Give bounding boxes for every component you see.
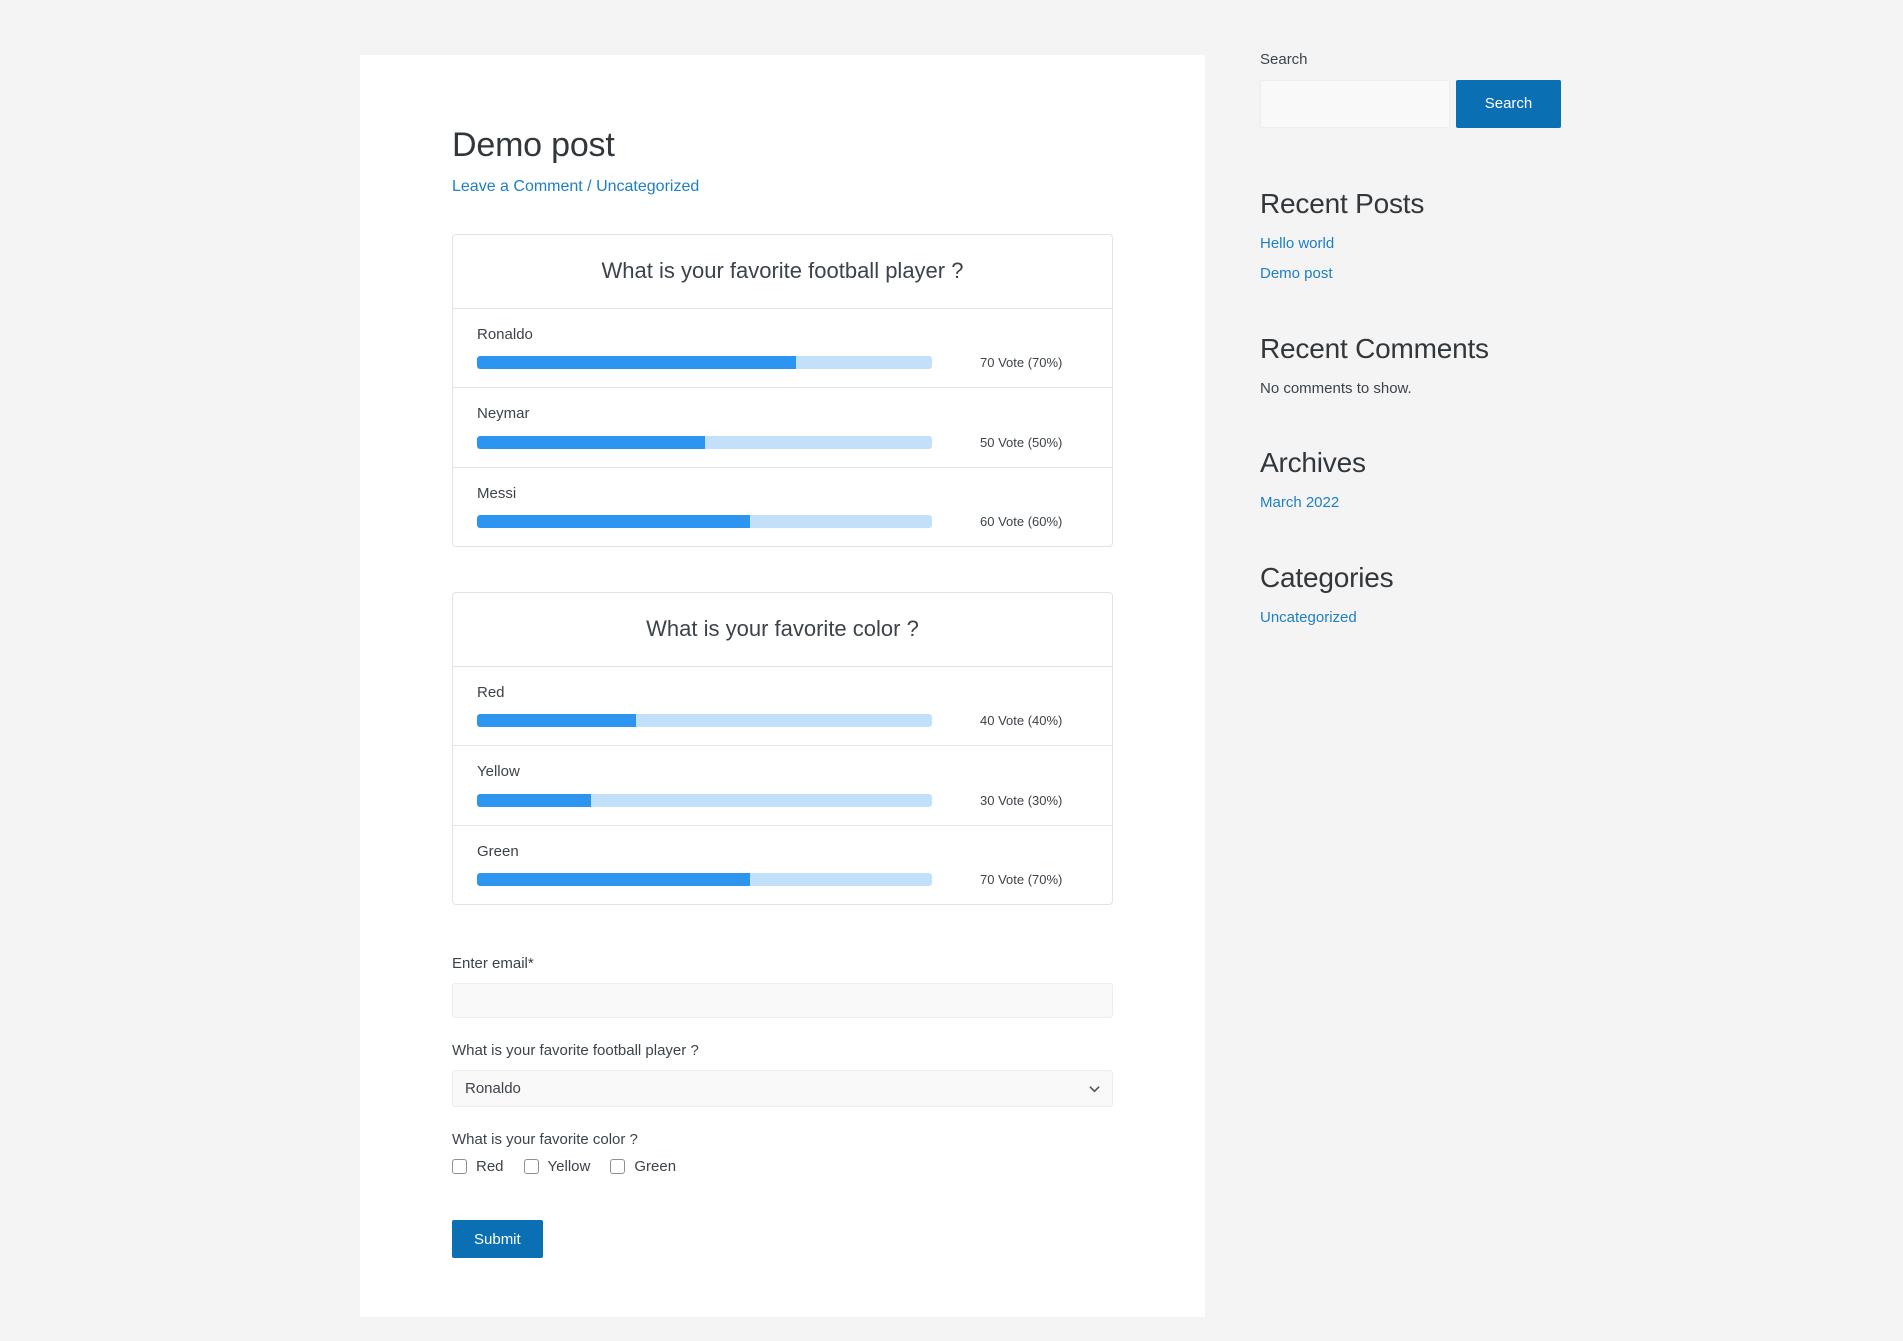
checkbox-red[interactable]: Red (452, 1158, 504, 1176)
list-item: March 2022 (1260, 494, 1680, 512)
poll-result-bar-fill (477, 873, 750, 887)
poll-submission-form: Enter email* What is your favorite footb… (452, 953, 1113, 1259)
email-field[interactable] (452, 983, 1113, 1019)
player-select-value: Ronaldo (465, 1080, 521, 1098)
poll-result-bar (477, 873, 932, 887)
poll-option-row: Ronaldo 70 Vote (70%) (453, 309, 1112, 389)
recent-post-link-hello-world[interactable]: Hello world (1260, 235, 1334, 252)
poll-result-bar-fill (477, 793, 591, 807)
categories-title: Categories (1260, 561, 1394, 593)
poll-question: What is your favorite color ? (453, 593, 1112, 667)
recent-posts-title: Recent Posts (1260, 187, 1425, 219)
player-select-group: What is your favorite football player ? … (452, 1040, 1113, 1108)
poll-result-bar-fill (477, 356, 796, 370)
recent-comments-widget: Recent Comments No comments to show. (1260, 331, 1680, 397)
post-meta: Leave a Comment / Uncategorized (452, 176, 1113, 198)
main-content-panel: Demo post Leave a Comment / Uncategorize… (360, 55, 1205, 1317)
poll-option-row: Green 70 Vote (70%) (453, 826, 1112, 905)
checkbox-label: Red (476, 1158, 504, 1176)
list-item: Demo post (1260, 265, 1680, 283)
email-label: Enter email* (452, 955, 534, 973)
search-widget: Search Search (1260, 50, 1680, 128)
poll-result-bar-fill (477, 515, 750, 529)
poll-result-bar (477, 714, 932, 728)
meta-separator: / (582, 177, 597, 195)
poll-option-label: Neymar (477, 405, 530, 423)
poll-result-text: 70 Vote (70%) (980, 872, 1063, 888)
poll-result-text: 30 Vote (30%) (980, 792, 1063, 808)
poll-card-football-player: What is your favorite football player ? … (452, 234, 1113, 548)
sidebar: Search Search Recent Posts Hello world D… (1260, 50, 1680, 675)
poll-result-bar-fill (477, 435, 705, 449)
player-select-label: What is your favorite football player ? (452, 1042, 699, 1060)
category-link-uncategorized[interactable]: Uncategorized (1260, 609, 1357, 626)
search-label: Search (1260, 51, 1308, 68)
color-checkbox-label: What is your favorite color ? (452, 1131, 638, 1149)
list-item: Hello world (1260, 235, 1680, 253)
poll-option-label: Ronaldo (477, 325, 533, 343)
poll-option-label: Red (477, 683, 505, 701)
poll-result-bar (477, 356, 932, 370)
poll-result-bar (477, 435, 932, 449)
list-item: Uncategorized (1260, 609, 1680, 627)
poll-card-favorite-color: What is your favorite color ? Red 40 Vot… (452, 592, 1113, 906)
recent-posts-widget: Recent Posts Hello world Demo post (1260, 186, 1680, 283)
checkbox-box-icon[interactable] (523, 1159, 539, 1175)
poll-question: What is your favorite football player ? (453, 235, 1112, 309)
player-select[interactable]: Ronaldo (452, 1070, 1113, 1108)
archives-widget: Archives March 2022 (1260, 445, 1680, 512)
color-checkbox-group: What is your favorite color ? Red Yellow… (452, 1129, 1113, 1176)
poll-result-text: 60 Vote (60%) (980, 514, 1063, 530)
poll-option-row: Yellow 30 Vote (30%) (453, 746, 1112, 826)
poll-option-row: Neymar 50 Vote (50%) (453, 388, 1112, 468)
checkbox-green[interactable]: Green (610, 1158, 677, 1176)
page-title: Demo post (452, 126, 615, 164)
leave-a-comment-link[interactable]: Leave a Comment (452, 178, 583, 195)
recent-post-link-demo-post[interactable]: Demo post (1260, 265, 1333, 282)
recent-comments-empty-text: No comments to show. (1260, 379, 1412, 397)
checkbox-box-icon[interactable] (452, 1159, 467, 1175)
poll-result-bar (477, 793, 932, 807)
search-button[interactable]: Search (1456, 79, 1561, 128)
categories-widget: Categories Uncategorized (1260, 560, 1680, 627)
checkbox-yellow[interactable]: Yellow (523, 1158, 591, 1176)
poll-result-bar-fill (477, 714, 637, 728)
checkbox-box-icon[interactable] (610, 1159, 626, 1175)
poll-option-label: Messi (477, 484, 517, 502)
archive-link-march-2022[interactable]: March 2022 (1260, 494, 1339, 511)
search-input[interactable] (1260, 79, 1450, 128)
poll-option-label: Green (477, 842, 519, 860)
category-link-uncategorized[interactable]: Uncategorized (596, 178, 699, 195)
poll-result-text: 50 Vote (50%) (980, 434, 1063, 450)
email-field-group: Enter email* (452, 953, 1113, 1019)
checkbox-label: Yellow (547, 1158, 591, 1176)
poll-result-bar (477, 515, 932, 529)
recent-comments-title: Recent Comments (1260, 332, 1489, 364)
poll-option-row: Red 40 Vote (40%) (453, 667, 1112, 747)
checkbox-label: Green (634, 1158, 677, 1176)
poll-result-text: 40 Vote (40%) (980, 713, 1063, 729)
submit-button[interactable]: Submit (452, 1220, 543, 1259)
poll-option-label: Yellow (477, 763, 520, 781)
poll-result-text: 70 Vote (70%) (980, 355, 1063, 371)
archives-title: Archives (1260, 446, 1366, 478)
poll-option-row: Messi 60 Vote (60%) (453, 468, 1112, 547)
